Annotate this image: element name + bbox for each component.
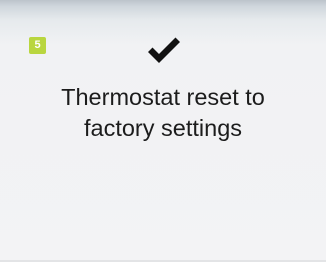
thermostat-reset-screen: 5 Thermostat reset to factory settings <box>0 0 326 262</box>
reset-confirmation-message: Thermostat reset to factory settings <box>0 82 326 144</box>
message-line-1: Thermostat reset to <box>61 84 265 110</box>
checkmark-icon <box>148 37 180 63</box>
step-number-badge: 5 <box>29 37 46 54</box>
message-line-2: factory settings <box>83 115 243 141</box>
